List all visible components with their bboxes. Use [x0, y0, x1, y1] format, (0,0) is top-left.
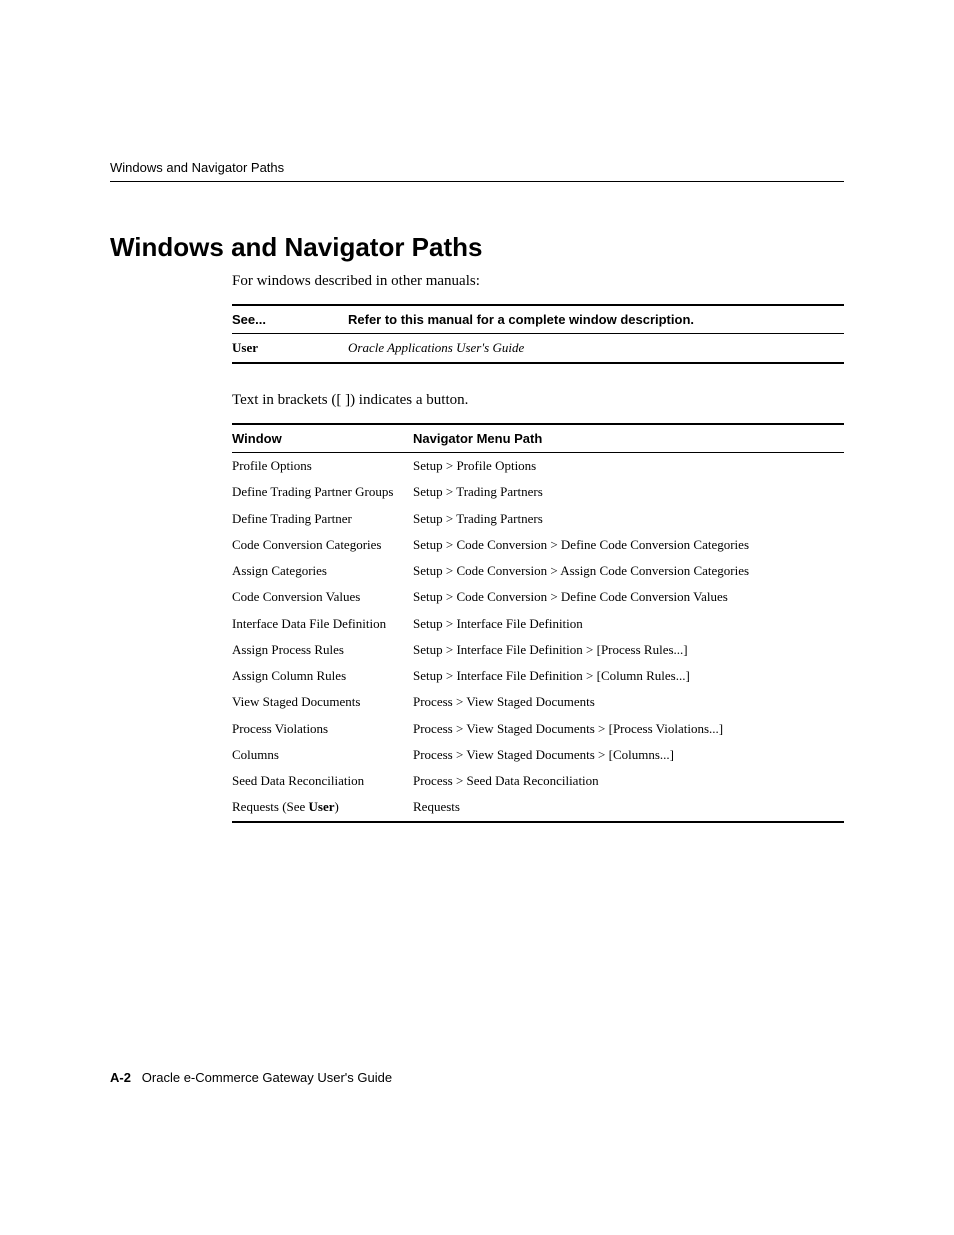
- book-title: Oracle e-Commerce Gateway User's Guide: [142, 1070, 392, 1085]
- page-footer: A-2 Oracle e-Commerce Gateway User's Gui…: [110, 1070, 392, 1085]
- table-row: User Oracle Applications User's Guide: [232, 334, 844, 364]
- nav-header-path: Navigator Menu Path: [413, 424, 844, 453]
- reference-table: See... Refer to this manual for a comple…: [232, 304, 844, 364]
- bracket-note: Text in brackets ([ ]) indicates a butto…: [232, 392, 844, 409]
- nav-cell-path: Setup > Code Conversion > Assign Code Co…: [413, 558, 844, 584]
- page-number: A-2: [110, 1070, 131, 1085]
- nav-header-window: Window: [232, 424, 413, 453]
- table-row: Profile Options Setup > Profile Options: [232, 453, 844, 480]
- nav-cell-path: Process > View Staged Documents > [Colum…: [413, 742, 844, 768]
- nav-cell-path: Setup > Trading Partners: [413, 506, 844, 532]
- nav-cell-path: Process > Seed Data Reconciliation: [413, 768, 844, 794]
- body-content: For windows described in other manuals: …: [232, 273, 844, 823]
- nav-cell-window: Process Violations: [232, 716, 413, 742]
- nav-cell-path: Setup > Trading Partners: [413, 479, 844, 505]
- nav-cell-window: View Staged Documents: [232, 689, 413, 715]
- ref-header-refer: Refer to this manual for a complete wind…: [348, 305, 844, 334]
- table-row: View Staged Documents Process > View Sta…: [232, 689, 844, 715]
- nav-cell-path: Setup > Interface File Definition: [413, 611, 844, 637]
- table-row: Seed Data Reconciliation Process > Seed …: [232, 768, 844, 794]
- ref-cell-see: User: [232, 334, 348, 364]
- nav-cell-window: Columns: [232, 742, 413, 768]
- ref-header-see: See...: [232, 305, 348, 334]
- table-row: Process Violations Process > View Staged…: [232, 716, 844, 742]
- table-row: Define Trading Partner Groups Setup > Tr…: [232, 479, 844, 505]
- nav-cell-path: Setup > Code Conversion > Define Code Co…: [413, 584, 844, 610]
- nav-cell-path: Process > View Staged Documents: [413, 689, 844, 715]
- nav-cell-path: Process > View Staged Documents > [Proce…: [413, 716, 844, 742]
- table-row: Requests (See User) Requests: [232, 794, 844, 821]
- nav-cell-window-suffix: ): [335, 799, 339, 814]
- nav-cell-window: Assign Process Rules: [232, 637, 413, 663]
- nav-cell-window: Define Trading Partner: [232, 506, 413, 532]
- nav-cell-window: Requests (See User): [232, 794, 413, 821]
- nav-cell-window: Profile Options: [232, 453, 413, 480]
- intro-text: For windows described in other manuals:: [232, 273, 844, 290]
- nav-cell-path: Setup > Code Conversion > Define Code Co…: [413, 532, 844, 558]
- nav-cell-window: Assign Categories: [232, 558, 413, 584]
- nav-cell-window-prefix: Requests (See: [232, 799, 309, 814]
- nav-cell-path: Setup > Profile Options: [413, 453, 844, 480]
- nav-cell-path: Setup > Interface File Definition > [Pro…: [413, 637, 844, 663]
- nav-cell-window: Seed Data Reconciliation: [232, 768, 413, 794]
- nav-cell-window: Assign Column Rules: [232, 663, 413, 689]
- nav-cell-window: Interface Data File Definition: [232, 611, 413, 637]
- nav-cell-path: Requests: [413, 794, 844, 821]
- page-title: Windows and Navigator Paths: [110, 232, 844, 263]
- nav-cell-path: Setup > Interface File Definition > [Col…: [413, 663, 844, 689]
- table-row: Code Conversion Categories Setup > Code …: [232, 532, 844, 558]
- nav-cell-window: Code Conversion Values: [232, 584, 413, 610]
- nav-cell-window-bold: User: [309, 799, 335, 814]
- table-row: Assign Column Rules Setup > Interface Fi…: [232, 663, 844, 689]
- page: Windows and Navigator Paths Windows and …: [0, 0, 954, 1235]
- table-row: Assign Process Rules Setup > Interface F…: [232, 637, 844, 663]
- navigator-table: Window Navigator Menu Path Profile Optio…: [232, 423, 844, 823]
- table-row: Code Conversion Values Setup > Code Conv…: [232, 584, 844, 610]
- table-row: Assign Categories Setup > Code Conversio…: [232, 558, 844, 584]
- nav-cell-window: Code Conversion Categories: [232, 532, 413, 558]
- ref-cell-refer: Oracle Applications User's Guide: [348, 334, 844, 364]
- table-row: Columns Process > View Staged Documents …: [232, 742, 844, 768]
- nav-cell-window: Define Trading Partner Groups: [232, 479, 413, 505]
- running-header: Windows and Navigator Paths: [110, 160, 844, 182]
- table-row: Define Trading Partner Setup > Trading P…: [232, 506, 844, 532]
- table-row: Interface Data File Definition Setup > I…: [232, 611, 844, 637]
